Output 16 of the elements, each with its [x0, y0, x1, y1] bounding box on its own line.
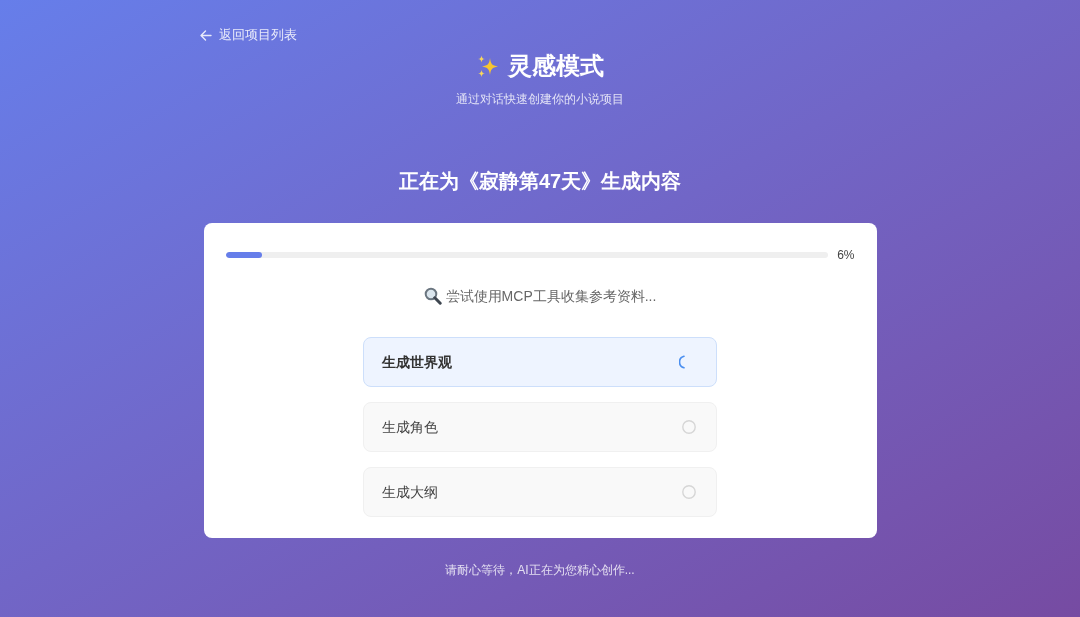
- step-label: 生成角色: [382, 418, 438, 437]
- magnifier-icon: [423, 287, 442, 305]
- page-title: 灵感模式: [507, 51, 604, 81]
- sparkles-icon: [476, 54, 499, 78]
- back-link[interactable]: 返回项目列表: [200, 25, 297, 45]
- progress-percent: 6%: [837, 247, 855, 263]
- step-label: 生成大纲: [382, 483, 438, 502]
- ring-icon: [682, 420, 696, 434]
- status-message: 尝试使用MCP工具收集参考资料...: [445, 287, 657, 306]
- generation-heading: 正在为《寂静第47天》生成内容: [398, 169, 682, 194]
- arrow-left-icon: [200, 29, 212, 41]
- wait-note: 请耐心等待，AI正在为您精心创作...: [445, 562, 635, 578]
- page-subtitle: 通过对话快速创建你的小说项目: [456, 91, 624, 107]
- ring-icon: [682, 485, 696, 499]
- step-label: 生成世界观: [382, 353, 452, 372]
- spinner-icon: [679, 355, 685, 369]
